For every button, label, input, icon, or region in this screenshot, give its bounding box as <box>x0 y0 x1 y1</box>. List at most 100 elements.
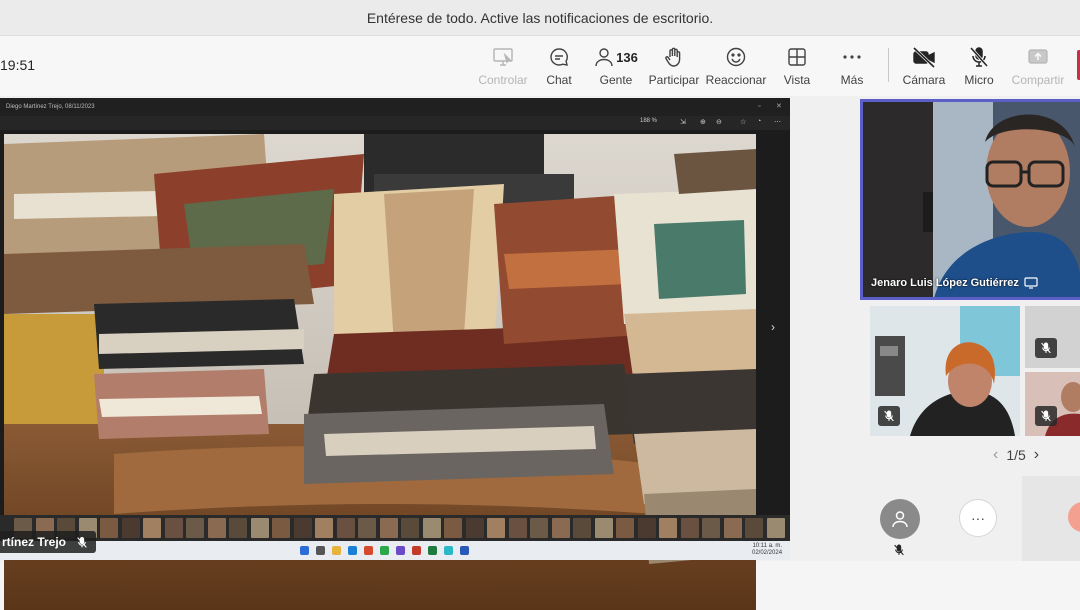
control-button[interactable]: Controlar <box>473 44 533 87</box>
filmstrip-thumbnail[interactable] <box>745 518 763 538</box>
people-button[interactable]: 136 Gente <box>586 44 646 87</box>
filmstrip-thumbnail[interactable] <box>293 518 312 538</box>
meeting-timer: 19:51 <box>0 57 36 73</box>
mic-off-icon <box>894 544 904 556</box>
filmstrip-thumbnail[interactable] <box>336 518 355 538</box>
excel-icon <box>428 546 437 555</box>
mic-off-icon <box>1041 410 1051 422</box>
word-icon <box>460 546 469 555</box>
chrome-icon <box>380 546 389 555</box>
avatar-mute <box>893 544 905 556</box>
windows-taskbar: 10:11 a. m. 02/02/2024 <box>0 541 790 560</box>
chat-icon <box>550 48 568 66</box>
filmstrip-thumbnail[interactable] <box>121 518 140 538</box>
filmstrip-thumbnail[interactable] <box>401 518 419 538</box>
photo-filmstrip[interactable] <box>0 515 790 541</box>
participant-tile-small-2[interactable] <box>1025 372 1080 436</box>
mic-off-icon <box>77 536 87 548</box>
filmstrip-thumbnail[interactable] <box>229 518 247 538</box>
shared-window-title: Diego Martínez Trejo, 08/11/2023 <box>6 104 95 110</box>
filmstrip-thumbnail[interactable] <box>164 518 183 538</box>
notification-banner[interactable]: Entérese de todo. Active las notificacio… <box>0 0 1080 36</box>
filmstrip-thumbnail[interactable] <box>659 518 677 538</box>
more-label: Más <box>840 73 864 87</box>
fit-icon: ⇲ <box>680 119 686 126</box>
mic-button[interactable]: Micro <box>949 44 1009 87</box>
taskbar-time: 10:11 a. m. <box>752 543 783 549</box>
filmstrip-thumbnail[interactable] <box>530 518 548 538</box>
filmstrip-thumbnail[interactable] <box>100 518 118 538</box>
participant-tile-woman[interactable] <box>870 306 1020 436</box>
pager-prev-icon[interactable]: ‹ <box>985 446 1006 464</box>
person-icon <box>892 511 908 528</box>
filmstrip-thumbnail[interactable] <box>680 518 699 538</box>
filmstrip-thumbnail[interactable] <box>573 518 591 538</box>
zoom-out-icon: ⊖ <box>716 119 722 126</box>
filmstrip-thumbnail[interactable] <box>594 518 613 538</box>
share-button[interactable]: Compartir <box>1008 44 1068 87</box>
react-button[interactable]: Reaccionar <box>706 44 766 87</box>
filmstrip-thumbnail[interactable] <box>379 518 398 538</box>
pager-next-icon[interactable]: › <box>1026 446 1047 464</box>
shared-window-titlebar: Diego Martínez Trejo, 08/11/2023 ▫ ✕ <box>0 98 790 116</box>
filmstrip-thumbnail[interactable] <box>315 518 333 538</box>
more-participants-button[interactable]: ··· <box>959 499 997 537</box>
presenter-name-tag: rtínez Trejo <box>0 531 97 553</box>
pager-current: 1/5 <box>1006 447 1026 463</box>
filmstrip-thumbnail[interactable] <box>766 518 785 538</box>
mic-label: Micro <box>964 73 994 87</box>
filmstrip-thumbnail[interactable] <box>186 518 204 538</box>
filmstrip-thumbnail[interactable] <box>207 518 226 538</box>
self-view-tile[interactable] <box>1022 476 1080 561</box>
filmstrip-thumbnail[interactable] <box>723 518 742 538</box>
filmstrip-thumbnail[interactable] <box>487 518 505 538</box>
control-label: Controlar <box>478 73 528 87</box>
filmstrip-thumbnail[interactable] <box>637 518 656 538</box>
mute-badge <box>1035 338 1057 358</box>
viewer-more-icon: ⋯ <box>774 119 781 126</box>
filmstrip-thumbnail[interactable] <box>444 518 462 538</box>
filmstrip-thumbnail[interactable] <box>551 518 570 538</box>
filmstrip-thumbnail[interactable] <box>358 518 376 538</box>
filmstrip-thumbnail[interactable] <box>465 518 484 538</box>
view-button[interactable]: Vista <box>767 44 827 87</box>
filmstrip-thumbnail[interactable] <box>143 518 161 538</box>
filmstrip-thumbnail[interactable] <box>250 518 269 538</box>
more-button[interactable]: Más <box>822 44 882 87</box>
participant-name-tag: Jenaro Luis López Gutiérrez <box>871 277 1038 289</box>
camera-button[interactable]: Cámara <box>894 44 954 87</box>
filmstrip-thumbnail[interactable] <box>508 518 527 538</box>
toolbar-divider <box>888 48 889 82</box>
favorite-icon: ☆ <box>740 119 747 126</box>
presenter-name: rtínez Trejo <box>2 535 67 549</box>
taskbar-date: 02/02/2024 <box>752 550 783 556</box>
raise-hand-icon <box>665 47 681 67</box>
shared-screen[interactable]: Diego Martínez Trejo, 08/11/2023 ▫ ✕ 188… <box>0 98 790 610</box>
filmstrip-thumbnail[interactable] <box>702 518 720 538</box>
avatar[interactable] <box>880 499 920 539</box>
raise-hand-button[interactable]: Participar <box>644 44 704 87</box>
people-icon <box>595 48 613 67</box>
banner-text: Entérese de todo. Active las notificacio… <box>366 9 714 26</box>
filmstrip-thumbnail[interactable] <box>616 518 634 538</box>
next-photo-arrow[interactable]: › <box>771 320 775 334</box>
view-label: Vista <box>783 73 811 87</box>
people-count: 136 <box>616 49 638 65</box>
gallery-pager: ‹ 1/5 › <box>985 446 1047 464</box>
meeting-toolbar: 19:51 Controlar Chat 136 Gente Participa… <box>0 36 1080 96</box>
filmstrip-thumbnail[interactable] <box>272 518 290 538</box>
participant-video <box>863 102 1080 297</box>
filmstrip-thumbnail[interactable] <box>422 518 441 538</box>
photos-icon <box>444 546 453 555</box>
chat-button[interactable]: Chat <box>529 44 589 87</box>
mute-badge <box>1035 406 1057 426</box>
camera-off-icon <box>912 46 936 68</box>
zoom-level: 188 % <box>640 118 658 124</box>
participant-tile-small-1[interactable] <box>1025 306 1080 368</box>
firefox-icon <box>364 546 373 555</box>
self-avatar <box>1068 502 1080 532</box>
participant-tile-main[interactable]: Jenaro Luis López Gutiérrez <box>860 99 1080 300</box>
camera-label: Cámara <box>902 73 946 87</box>
mic-off-icon <box>969 47 989 67</box>
taskbar-clock: 10:11 a. m. 02/02/2024 <box>752 543 782 557</box>
